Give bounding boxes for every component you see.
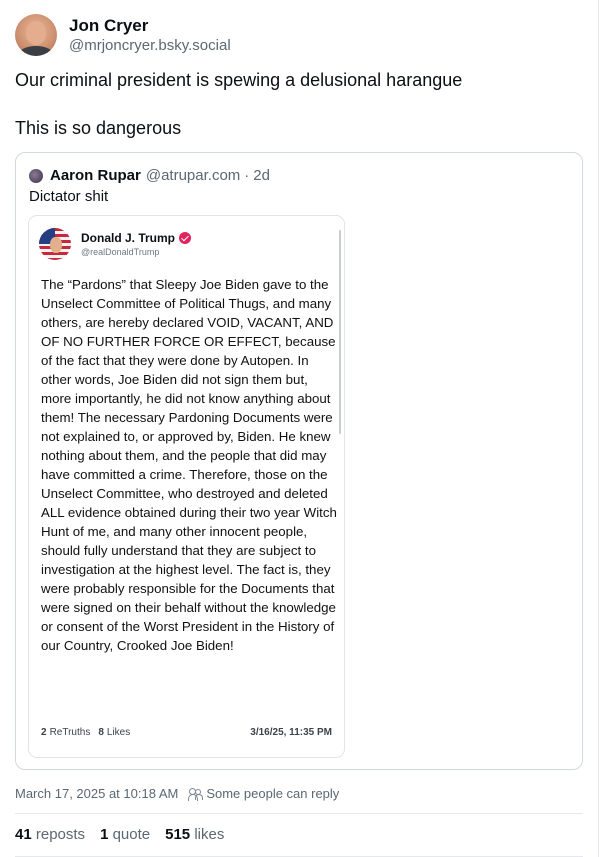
avatar-head — [50, 237, 62, 253]
quote-time[interactable]: 2d — [253, 167, 270, 184]
author-handle[interactable]: @mrjoncryer.bsky.social — [69, 36, 231, 56]
embed-avatar — [39, 228, 71, 260]
embed-retruths-count: 2 — [41, 727, 47, 738]
quote-author-handle[interactable]: @atrupar.com — [146, 167, 240, 184]
embed-names: Donald J. Trump @realDonaldTrump — [81, 231, 192, 257]
verified-badge-icon — [179, 232, 192, 244]
avatar-shirt — [19, 46, 53, 56]
quote-author-name[interactable]: Aaron Rupar — [50, 167, 141, 184]
embed-body-text: The “Pardons” that Sleepy Joe Biden gave… — [41, 277, 337, 653]
people-icon — [188, 787, 204, 801]
reposts-count: 41 — [15, 826, 32, 843]
quote-text: Dictator shit — [29, 188, 109, 205]
scroll-edge — [598, 0, 599, 857]
likes-stat[interactable]: 515 likes — [165, 826, 224, 843]
post-paragraph: Our criminal president is spewing a delu… — [15, 70, 463, 90]
embed-author-row: Donald J. Trump — [81, 231, 192, 245]
embedded-screenshot[interactable]: Donald J. Trump @realDonaldTrump The “Pa… — [28, 215, 345, 758]
likes-label: likes — [194, 826, 225, 843]
post-timestamp[interactable]: March 17, 2025 at 10:18 AM — [15, 786, 178, 801]
embed-likes-count: 8 — [98, 727, 104, 738]
quotes-count: 1 — [100, 826, 109, 843]
embed-scrollbar — [339, 230, 341, 434]
divider — [15, 813, 583, 814]
post-meta: March 17, 2025 at 10:18 AM Some people c… — [15, 786, 339, 801]
post-stats: 41 reposts 1 quote 515 likes — [15, 826, 224, 843]
reposts-stat[interactable]: 41 reposts — [15, 826, 85, 843]
quote-post-card[interactable]: Aaron Rupar @atrupar.com · 2d Dictator s… — [15, 152, 583, 770]
embed-footer: 2 ReTruths 8 Likes 3/16/25, 11:35 PM — [41, 727, 332, 738]
author-names: Jon Cryer @mrjoncryer.bsky.social — [69, 15, 231, 56]
reposts-label: reposts — [35, 826, 86, 843]
avatar[interactable] — [15, 14, 57, 56]
quote-author-avatar[interactable] — [29, 168, 43, 183]
quote-separator: · — [244, 167, 250, 184]
quote-header: Aaron Rupar @atrupar.com · 2d — [29, 167, 270, 184]
quotes-stat[interactable]: 1 quote — [100, 826, 150, 843]
reply-setting[interactable]: Some people can reply — [206, 786, 339, 801]
post-header: Jon Cryer @mrjoncryer.bsky.social — [15, 14, 231, 56]
author-display-name[interactable]: Jon Cryer — [69, 15, 231, 36]
likes-count: 515 — [165, 826, 191, 843]
quotes-label: quote — [112, 826, 151, 843]
embed-header: Donald J. Trump @realDonaldTrump — [39, 228, 192, 260]
post-paragraph: This is so dangerous — [15, 118, 182, 138]
embed-retruths-label: ReTruths — [49, 727, 91, 738]
post-text: Our criminal president is spewing a delu… — [15, 68, 575, 140]
avatar-face — [26, 21, 46, 45]
embed-date: 3/16/25, 11:35 PM — [250, 727, 332, 738]
embed-author-handle: @realDonaldTrump — [81, 247, 160, 257]
embed-author-name: Donald J. Trump — [81, 231, 176, 245]
embed-likes-label: Likes — [106, 727, 131, 738]
